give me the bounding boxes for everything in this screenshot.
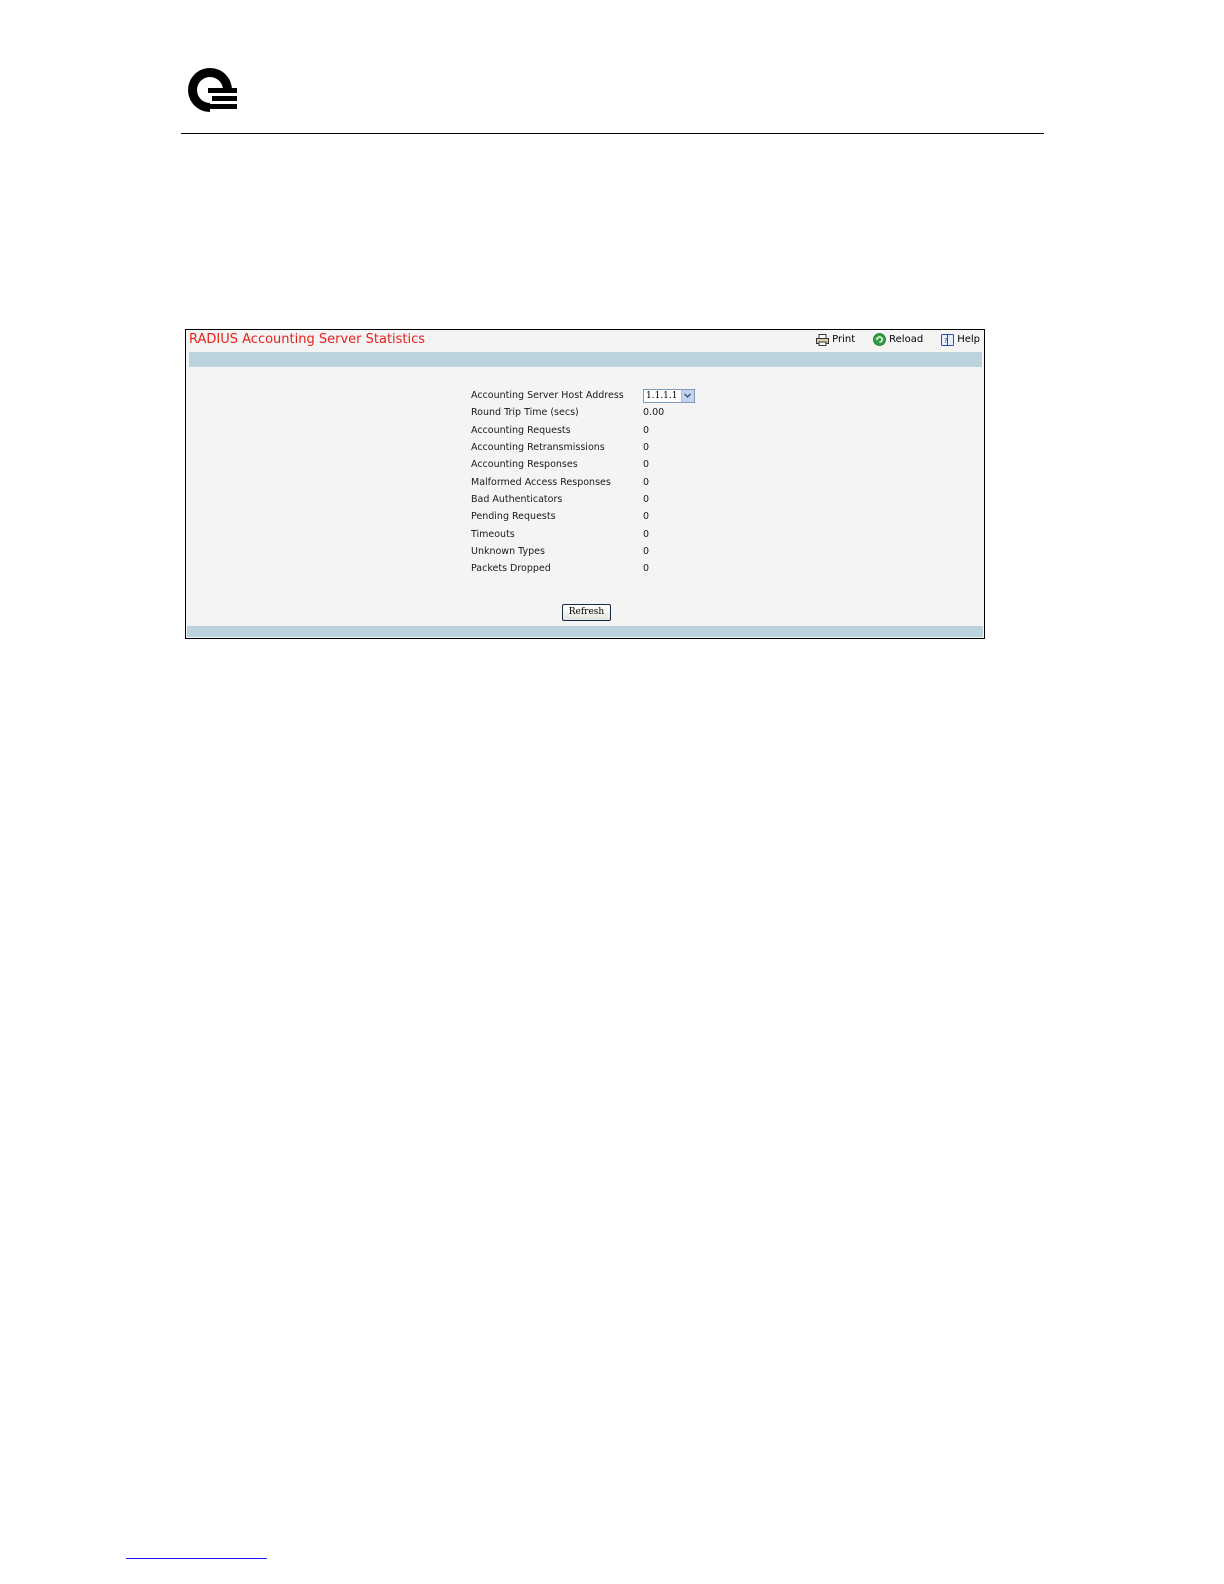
stat-row: Timeouts 0	[471, 525, 695, 542]
stat-value: 0	[643, 511, 650, 523]
page-title: RADIUS Accounting Server Statistics	[189, 332, 426, 347]
svg-text:?: ?	[944, 337, 948, 345]
host-address-select[interactable]: 1.1.1.1	[643, 388, 695, 403]
stat-value: 0	[643, 442, 650, 454]
print-button[interactable]: Print	[816, 333, 856, 346]
stat-value: 0	[643, 563, 650, 575]
stat-label: Packets Dropped	[471, 563, 551, 575]
help-book-icon: ?	[941, 333, 955, 346]
stat-label: Timeouts	[471, 528, 515, 540]
stat-row: Accounting Requests 0	[471, 422, 695, 439]
toolbar: Print Reload ? Help	[816, 333, 980, 346]
help-label: Help	[957, 334, 980, 345]
help-button[interactable]: ? Help	[941, 333, 980, 346]
stat-label: Accounting Requests	[471, 424, 571, 436]
chevron-down-icon	[680, 389, 694, 402]
stat-label: Accounting Retransmissions	[471, 442, 605, 454]
stat-value: 0	[643, 424, 650, 436]
stat-row: Bad Authenticators 0	[471, 491, 695, 508]
stat-row: Packets Dropped 0	[471, 560, 695, 577]
reload-button[interactable]: Reload	[873, 333, 923, 346]
stat-label: Unknown Types	[471, 545, 545, 557]
radius-accounting-stats-panel: RADIUS Accounting Server Statistics Prin…	[185, 329, 985, 639]
stat-value: 0	[643, 476, 650, 488]
stat-value: 0	[643, 459, 650, 471]
stat-row: Pending Requests 0	[471, 508, 695, 525]
stat-label: Bad Authenticators	[471, 493, 563, 505]
host-address-row: Accounting Server Host Address 1.1.1.1	[471, 387, 695, 404]
stat-value: 0.00	[643, 407, 665, 419]
header-bar	[189, 352, 982, 367]
footer-link-underline	[126, 1558, 267, 1559]
stat-row: Unknown Types 0	[471, 543, 695, 560]
print-label: Print	[832, 334, 856, 345]
host-address-selected: 1.1.1.1	[646, 390, 678, 401]
stat-row: Round Trip Time (secs) 0.00	[471, 404, 695, 421]
reload-icon	[873, 333, 887, 346]
stat-value: 0	[643, 528, 650, 540]
stat-value: 0	[643, 493, 650, 505]
stat-label: Malformed Access Responses	[471, 476, 611, 488]
stat-label: Pending Requests	[471, 511, 556, 523]
stat-value: 0	[643, 545, 650, 557]
header-divider	[181, 133, 1044, 134]
printer-icon	[816, 333, 830, 346]
stat-row: Malformed Access Responses 0	[471, 473, 695, 490]
host-address-label: Accounting Server Host Address	[471, 390, 624, 402]
stat-row: Accounting Responses 0	[471, 456, 695, 473]
refresh-button[interactable]: Refresh	[562, 604, 611, 621]
footer-bar	[187, 626, 983, 637]
company-logo	[188, 68, 237, 112]
stat-label: Accounting Responses	[471, 459, 578, 471]
stats-table: Accounting Server Host Address 1.1.1.1 R…	[471, 387, 695, 577]
reload-label: Reload	[889, 334, 924, 345]
stat-label: Round Trip Time (secs)	[471, 407, 579, 419]
stat-row: Accounting Retransmissions 0	[471, 439, 695, 456]
